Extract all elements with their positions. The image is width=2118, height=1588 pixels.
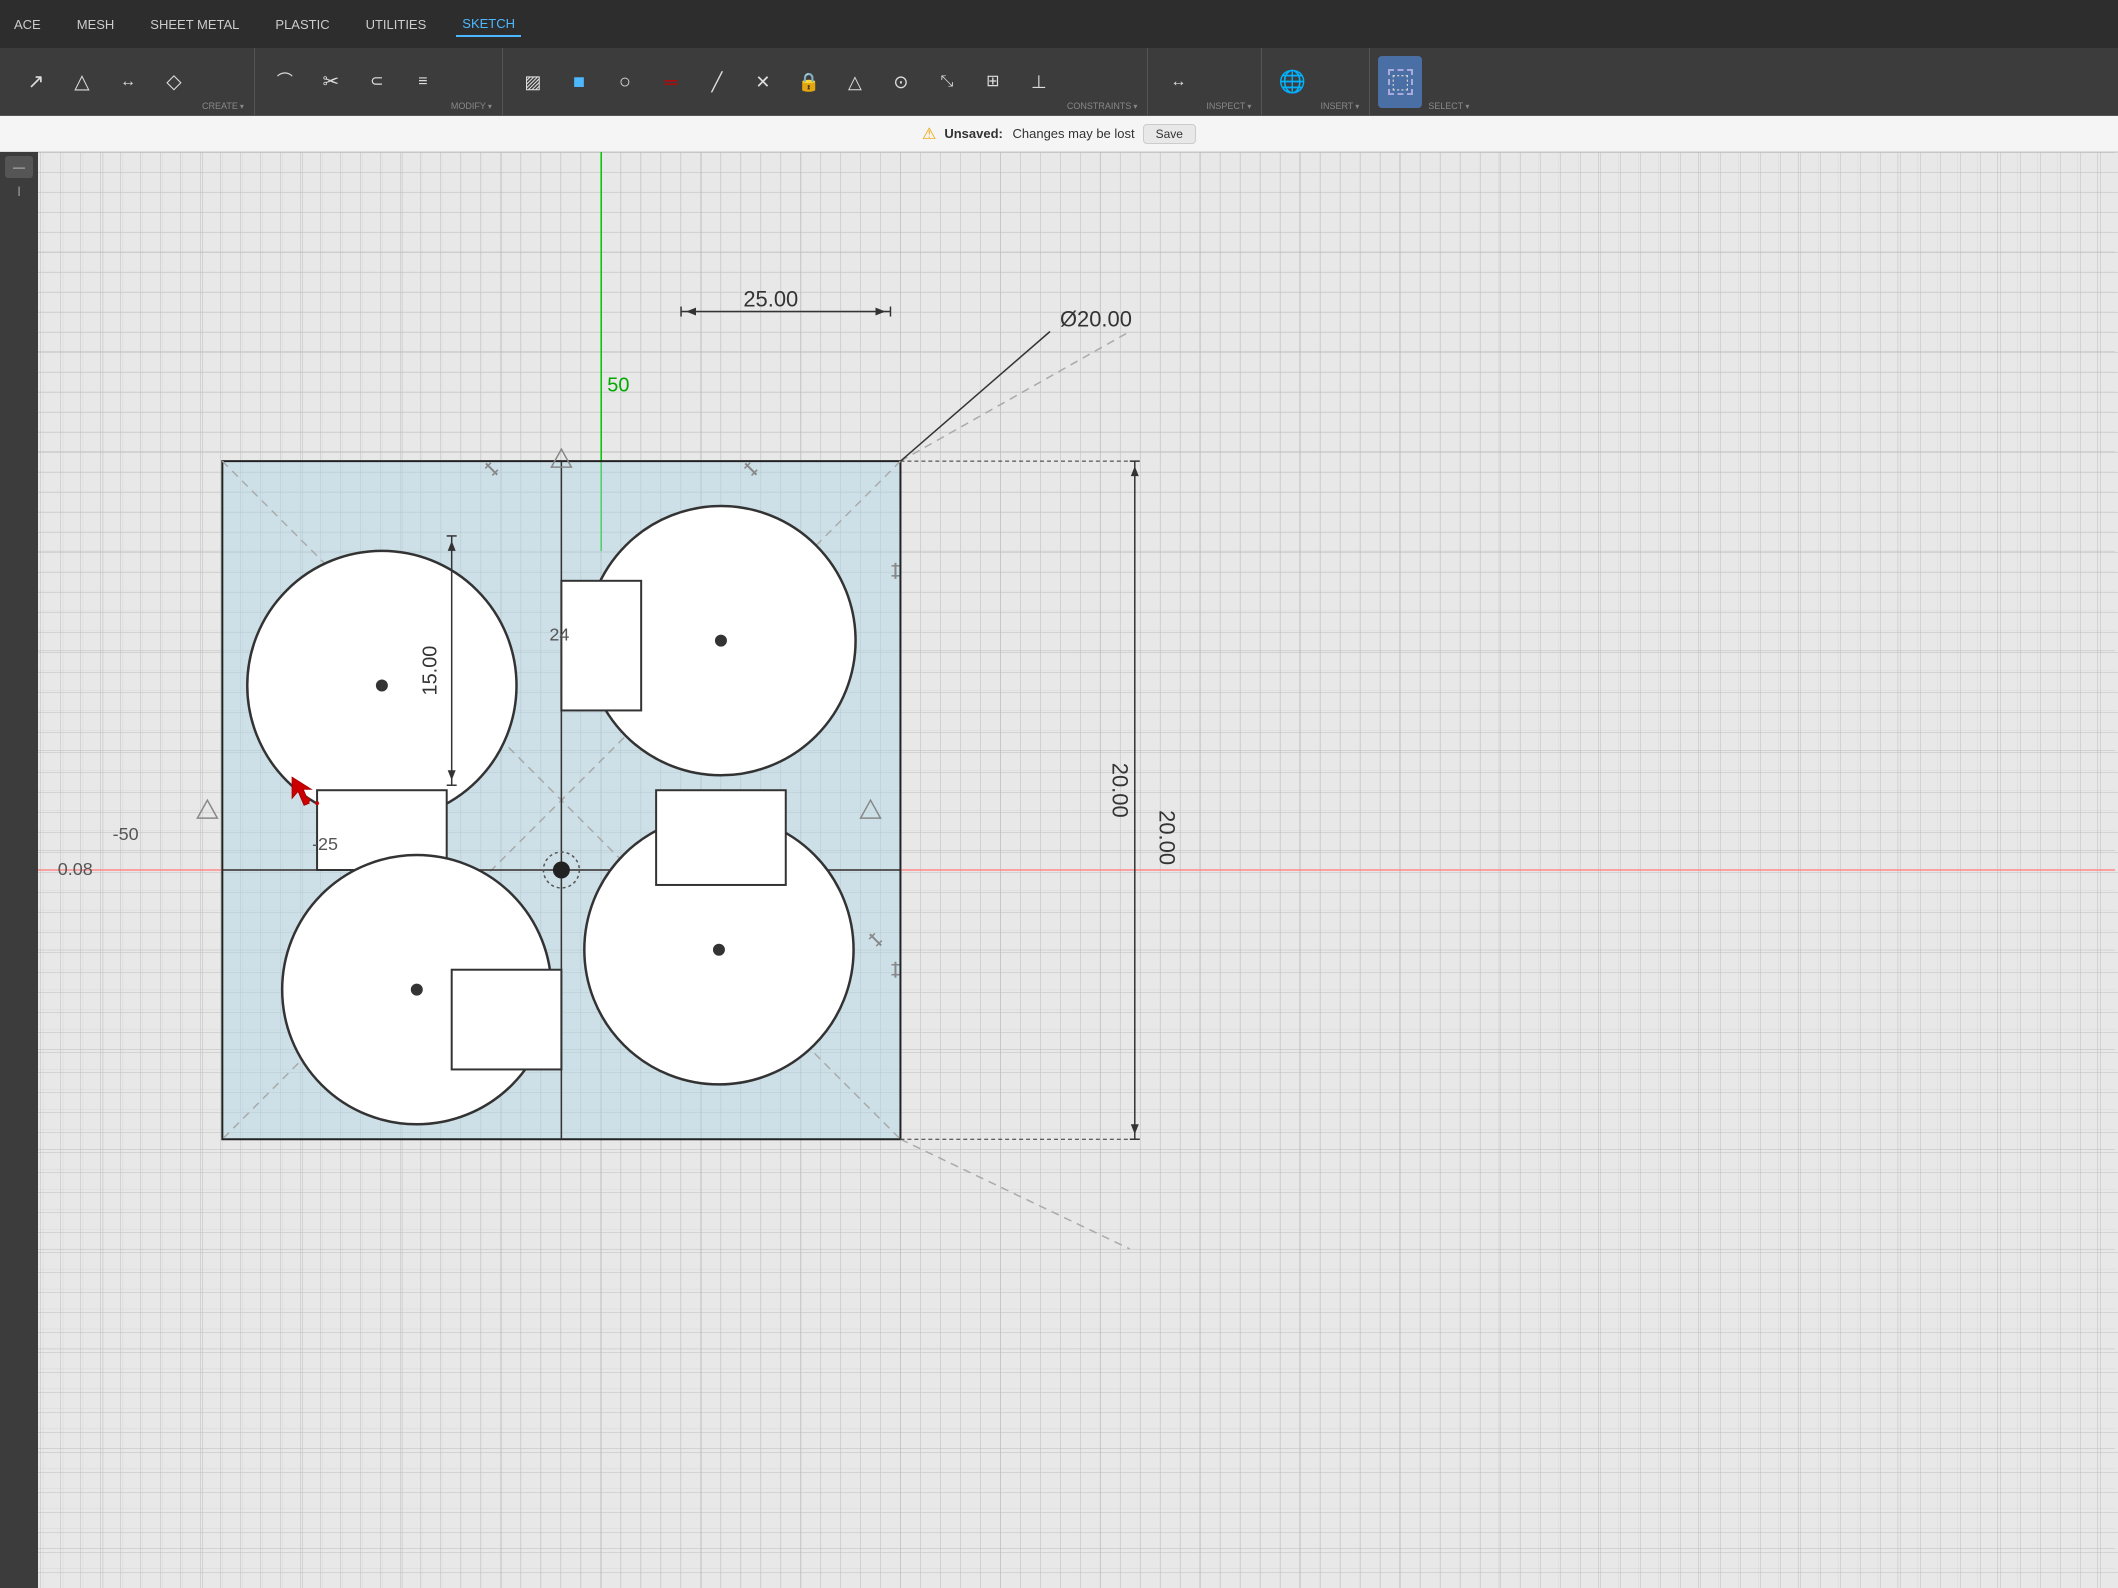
line-tool-btn[interactable]: ↗ xyxy=(14,56,58,108)
insert-icon: 🌐 xyxy=(1279,71,1306,93)
save-button[interactable]: Save xyxy=(1143,124,1196,144)
filled-rect-icon: ■ xyxy=(573,72,585,92)
nav-mesh[interactable]: MESH xyxy=(71,13,121,36)
perpendicular-icon: ⊥ xyxy=(1031,73,1047,91)
concentric-tool-btn[interactable]: ⊙ xyxy=(879,56,923,108)
left-toolbar: — | xyxy=(0,152,38,1588)
left-tool-1[interactable]: — xyxy=(5,156,33,178)
slash-tool-btn[interactable]: ╱ xyxy=(695,56,739,108)
svg-text:25.00: 25.00 xyxy=(743,287,798,312)
arc-tool-btn[interactable]: ⌒ xyxy=(263,56,307,108)
hatch-tool-btn[interactable]: ▨ xyxy=(511,56,555,108)
hatch-icon: ▨ xyxy=(524,73,541,91)
offset-tool-btn[interactable]: ⊂ xyxy=(355,56,399,108)
diamond-icon: ◇ xyxy=(166,72,181,92)
top-nav: ACE MESH SHEET METAL PLASTIC UTILITIES S… xyxy=(0,0,2118,48)
sketch-svg: 25.00 20.00 20.00 Ø20.00 15.00 24 xyxy=(0,152,2118,1588)
svg-text:Ø20.00: Ø20.00 xyxy=(1060,307,1132,332)
svg-text:-50: -50 xyxy=(113,824,139,844)
insert-label[interactable]: INSERT ▾ xyxy=(1316,48,1363,115)
create-label[interactable]: CREATE ▾ xyxy=(198,48,248,115)
svg-text:0.08: 0.08 xyxy=(58,859,93,879)
constraints-label[interactable]: CONSTRAINTS ▾ xyxy=(1063,48,1142,115)
lock-tool-btn[interactable]: 🔒 xyxy=(787,56,831,108)
perpendicular-tool-btn[interactable]: ⊥ xyxy=(1017,56,1061,108)
dimension-tool-btn[interactable]: ↔ xyxy=(1156,56,1200,108)
svg-text:24: 24 xyxy=(549,625,569,645)
svg-text:15.00: 15.00 xyxy=(420,646,442,696)
triangle2-icon: △ xyxy=(848,73,862,91)
grid-tool-btn[interactable]: ⊞ xyxy=(971,56,1015,108)
cross-tool-btn[interactable]: ✕ xyxy=(741,56,785,108)
left-tool-2[interactable]: | xyxy=(5,180,33,202)
offset-icon: ⊂ xyxy=(370,74,383,90)
unsaved-message: Changes may be lost xyxy=(1013,126,1135,141)
triangle-icon: △ xyxy=(74,72,89,92)
grid-icon: ⊞ xyxy=(986,74,999,90)
inspect-label[interactable]: INSPECT ▾ xyxy=(1202,48,1255,115)
toolbar-group-inspect: ↔ INSPECT ▾ xyxy=(1150,48,1262,115)
canvas-area[interactable]: 25.00 20.00 20.00 Ø20.00 15.00 24 xyxy=(0,152,2118,1588)
insert-tool-btn[interactable]: 🌐 xyxy=(1270,56,1314,108)
svg-text:50: 50 xyxy=(607,374,629,396)
lock-icon: 🔒 xyxy=(798,73,820,91)
toolbar: ↗ △ ↔ ◇ CREATE ▾ ⌒ ✂ ⊂ ≡ MODIFY ▾ xyxy=(0,48,2118,116)
line-icon: ↗ xyxy=(28,72,45,92)
dimension-icon: ↔ xyxy=(1170,74,1186,90)
select-icon: ⬚ xyxy=(1388,69,1413,95)
triangle-tool-btn[interactable]: △ xyxy=(60,56,104,108)
svg-text:-25: -25 xyxy=(312,834,338,854)
equal-icon: ═ xyxy=(664,73,677,91)
filled-rect-tool-btn[interactable]: ■ xyxy=(557,56,601,108)
unsaved-label: Unsaved: Changes may be lost xyxy=(944,126,1134,141)
select-label[interactable]: SELECT ▾ xyxy=(1424,48,1473,115)
arc-icon: ⌒ xyxy=(277,74,293,90)
circle-tool-btn[interactable]: ○ xyxy=(603,56,647,108)
warning-icon: ⚠ xyxy=(922,124,936,144)
modify-label[interactable]: MODIFY ▾ xyxy=(447,48,496,115)
svg-text:20.00: 20.00 xyxy=(1155,810,1180,865)
measure-icon: ↔ xyxy=(120,74,136,90)
toolbar-group-insert: 🌐 INSERT ▾ xyxy=(1264,48,1370,115)
nav-sketch[interactable]: SKETCH xyxy=(456,12,521,37)
canvas-wrapper: 25.00 20.00 20.00 Ø20.00 15.00 24 xyxy=(0,152,2118,1588)
toolbar-group-select: ⬚ SELECT ▾ xyxy=(1372,48,1479,115)
concentric-icon: ⊙ xyxy=(893,73,908,91)
toolbar-group-modify: ⌒ ✂ ⊂ ≡ MODIFY ▾ xyxy=(257,48,503,115)
svg-text:20.00: 20.00 xyxy=(1107,763,1132,818)
cross-icon: ✕ xyxy=(755,73,770,91)
nav-ace[interactable]: ACE xyxy=(8,13,47,36)
slash-icon: ╱ xyxy=(711,73,722,91)
select-tool-btn[interactable]: ⬚ xyxy=(1378,56,1422,108)
equal-tool-btn[interactable]: ═ xyxy=(649,56,693,108)
nav-utilities[interactable]: UTILITIES xyxy=(360,13,433,36)
toolbar-group-constraints: ▨ ■ ○ ═ ╱ ✕ 🔒 △ ⊙ ⤡ ⊞ ⊥ xyxy=(505,48,1149,115)
triangle2-tool-btn[interactable]: △ xyxy=(833,56,877,108)
nav-sheet-metal[interactable]: SHEET METAL xyxy=(144,13,245,36)
symmetric-tool-btn[interactable]: ⤡ xyxy=(925,56,969,108)
scissors-icon: ✂ xyxy=(322,72,339,92)
symmetric-icon: ⤡ xyxy=(940,74,953,90)
diamond-tool-btn[interactable]: ◇ xyxy=(152,56,196,108)
scissors-tool-btn[interactable]: ✂ xyxy=(309,56,353,108)
nav-plastic[interactable]: PLASTIC xyxy=(269,13,335,36)
measure-tool-btn[interactable]: ↔ xyxy=(106,56,150,108)
pattern-icon: ≡ xyxy=(418,74,427,90)
toolbar-group-create: ↗ △ ↔ ◇ CREATE ▾ xyxy=(8,48,255,115)
pattern-tool-btn[interactable]: ≡ xyxy=(401,56,445,108)
unsaved-bar: ⚠ Unsaved: Changes may be lost Save xyxy=(0,116,2118,152)
circle-icon: ○ xyxy=(619,72,631,92)
